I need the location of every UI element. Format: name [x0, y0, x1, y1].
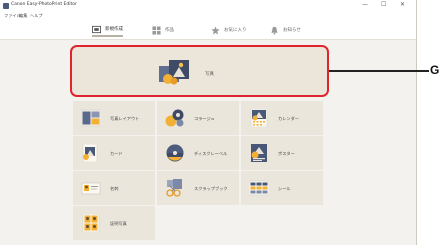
category-label: カレンダー: [278, 116, 299, 121]
close-button[interactable]: ✕: [400, 1, 405, 9]
calendar-icon: [250, 109, 268, 127]
app-icon: [3, 3, 9, 9]
card-icon: [82, 144, 98, 162]
sticker-icon: [249, 180, 269, 196]
tab-label: お知らせ: [283, 28, 301, 33]
category-label: 証明写真: [110, 221, 127, 226]
scrapbook-icon: [166, 179, 182, 197]
photo-layout-icon: [81, 109, 101, 127]
featured-label: 写真: [205, 72, 214, 77]
category-scrapbook[interactable]: スクラップブック: [157, 171, 239, 205]
category-poster[interactable]: ポスター: [241, 136, 323, 170]
category-label: ディスクレーベル: [194, 151, 228, 156]
photo-featured-tile[interactable]: 写真: [70, 45, 329, 97]
tab-works[interactable]: 作品: [152, 23, 174, 37]
tab-label: お気に入り: [224, 28, 247, 33]
tab-favorites[interactable]: お気に入り: [211, 23, 247, 37]
tab-label: 作品: [165, 28, 174, 33]
callout-line: [329, 70, 429, 72]
poster-icon: [251, 144, 267, 162]
collage-icon: [165, 109, 184, 127]
toolbar: 新規作成 作品 お気に入り お知らせ: [0, 20, 416, 40]
tab-notifications[interactable]: お知らせ: [270, 23, 301, 37]
category-label: コラージュ: [194, 116, 215, 121]
category-collage[interactable]: コラージュ: [157, 101, 239, 135]
id-photo-icon: [82, 214, 100, 232]
category-label: 写真レイアウト: [110, 116, 140, 121]
tab-label: 新規作成: [105, 27, 123, 32]
category-sticker[interactable]: シール: [241, 171, 323, 205]
category-calendar[interactable]: カレンダー: [241, 101, 323, 135]
photo-icon: [159, 60, 189, 85]
category-id-photo[interactable]: 証明写真: [73, 206, 155, 240]
star-icon: [211, 25, 220, 34]
maximize-button[interactable]: ☐: [381, 1, 386, 9]
category-business-card[interactable]: 名刺: [73, 171, 155, 205]
category-label: シール: [278, 186, 291, 191]
category-label: カード: [110, 151, 123, 156]
category-label: ポスター: [278, 151, 295, 156]
grid-icon: [152, 25, 161, 35]
title-bar: Canon Easy-PhotoPrint Editor — ☐ ✕: [0, 0, 416, 12]
new-icon: [92, 25, 101, 33]
tab-new[interactable]: 新規作成: [92, 23, 123, 37]
category-label: スクラップブック: [194, 186, 228, 191]
category-photo-layout[interactable]: 写真レイアウト: [73, 101, 155, 135]
category-card[interactable]: カード: [73, 136, 155, 170]
category-disc-label[interactable]: ディスクレーベル: [157, 136, 239, 170]
disc-label-icon: [166, 144, 184, 162]
menu-edit[interactable]: 編集: [19, 13, 27, 19]
minimize-button[interactable]: —: [362, 1, 368, 9]
menu-bar: ファイル 編集 ヘルプ: [0, 12, 416, 20]
category-label: 名刺: [110, 186, 119, 191]
menu-help[interactable]: ヘルプ: [30, 13, 43, 19]
callout-label: G: [430, 63, 440, 77]
app-window: Canon Easy-PhotoPrint Editor — ☐ ✕ ファイル …: [0, 0, 417, 245]
bell-icon: [271, 26, 278, 35]
business-card-icon: [81, 182, 101, 195]
window-title: Canon Easy-PhotoPrint Editor: [11, 2, 77, 7]
